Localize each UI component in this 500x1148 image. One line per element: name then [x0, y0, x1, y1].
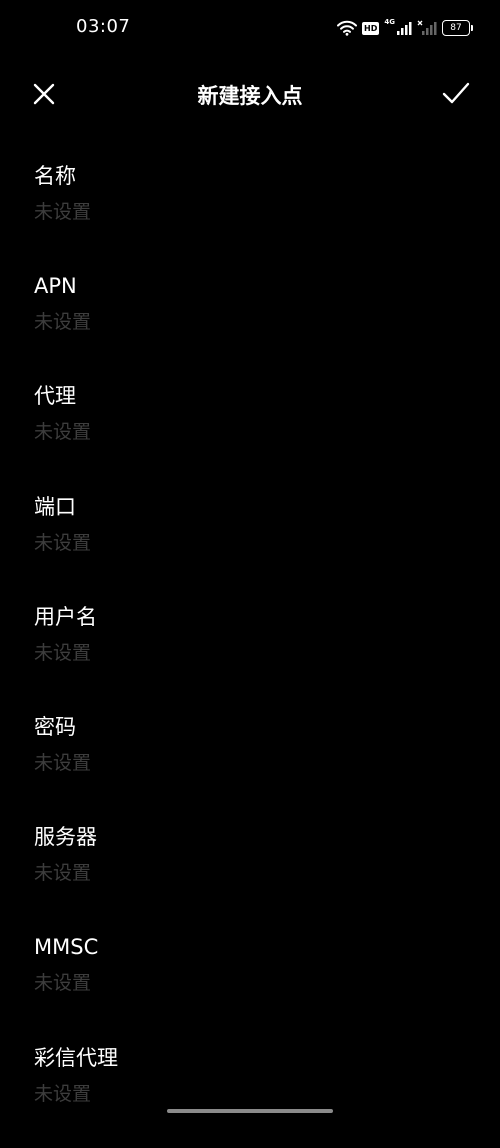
battery-icon: 87 [442, 20, 473, 36]
field-label: APN [34, 274, 77, 299]
field-value: 未设置 [34, 421, 92, 444]
field-value: 未设置 [34, 201, 92, 223]
field-server[interactable]: 服务器 未设置 [0, 817, 500, 927]
field-value: 未设置 [34, 531, 92, 554]
field-name[interactable]: 名称 未设置 [0, 156, 500, 266]
field-value: 未设置 [34, 862, 92, 885]
hd-icon: HD [362, 21, 380, 35]
field-port[interactable]: 端口 未设置 [0, 487, 500, 597]
check-icon [442, 82, 470, 104]
status-bar: 03:07 HD 4G 87 [0, 0, 500, 56]
field-value: 未设置 [34, 1082, 92, 1105]
signal-4g-icon [397, 22, 412, 35]
page-title: 新建接入点 [197, 84, 303, 108]
field-mmsc[interactable]: MMSC 未设置 [0, 927, 500, 1037]
status-icons: HD 4G 87 [337, 18, 473, 38]
signal-no-sim-icon [417, 20, 437, 35]
field-label: 名称 [34, 164, 76, 188]
confirm-button[interactable] [442, 78, 470, 108]
field-label: 服务器 [34, 825, 97, 850]
field-apn[interactable]: APN 未设置 [0, 266, 500, 376]
field-label: 代理 [34, 384, 76, 409]
home-indicator[interactable] [167, 1109, 333, 1113]
field-label: 彩信代理 [34, 1045, 118, 1070]
field-password[interactable]: 密码 未设置 [0, 707, 500, 817]
field-value: 未设置 [34, 311, 92, 334]
field-value: 未设置 [34, 751, 92, 774]
field-proxy[interactable]: 代理 未设置 [0, 376, 500, 486]
field-label: 用户名 [34, 604, 97, 629]
field-label: 密码 [34, 714, 76, 739]
field-value: 未设置 [34, 972, 92, 995]
field-mms-proxy[interactable]: 彩信代理 未设置 [0, 1038, 500, 1148]
network-type-label: 4G [384, 18, 395, 26]
field-value: 未设置 [34, 641, 92, 664]
field-label: MMSC [34, 935, 99, 960]
status-time: 03:07 [76, 16, 131, 37]
header: 新建接入点 [0, 70, 500, 118]
field-username[interactable]: 用户名 未设置 [0, 597, 500, 707]
field-label: 端口 [34, 494, 76, 519]
apn-field-list: 名称 未设置 APN 未设置 代理 未设置 端口 未设置 用户名 未设置 密码 … [0, 156, 500, 1148]
wifi-icon [337, 20, 358, 36]
